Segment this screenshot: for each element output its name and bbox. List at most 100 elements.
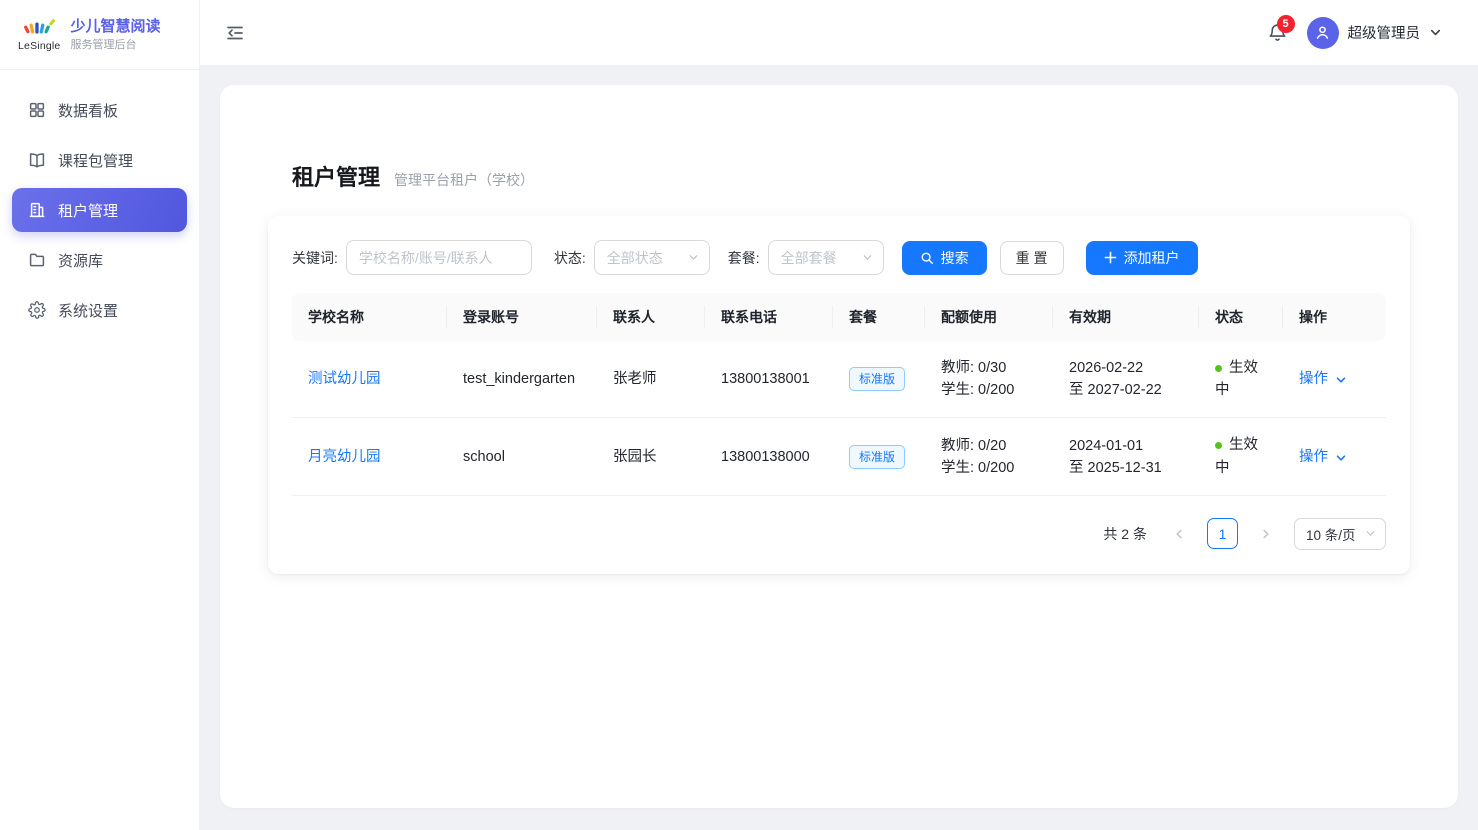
pagination-next-icon[interactable] [1252, 520, 1280, 548]
add-tenant-button[interactable]: 添加租户 [1086, 241, 1198, 275]
quota-cell: 教师: 0/30 学生: 0/200 [925, 341, 1053, 418]
table-row: 测试幼儿园 test_kindergarten 张老师 13800138001 … [292, 341, 1386, 418]
quota-student: 学生: 0/200 [941, 457, 1037, 479]
row-actions-label: 操作 [1299, 446, 1328, 468]
tenant-table: 学校名称 登录账号 联系人 联系电话 套餐 配额使用 有效期 状态 操作 [292, 293, 1386, 496]
app-root: LeSingle 少儿智慧阅读 服务管理后台 数据看板 [0, 0, 1478, 830]
keyword-input[interactable] [346, 240, 532, 275]
brand-logo-block: LeSingle 少儿智慧阅读 服务管理后台 [0, 0, 199, 70]
status-label: 状态: [554, 248, 586, 268]
tenant-panel: 关键词: 状态: 全部状态 套餐: 全部套餐 [268, 216, 1410, 574]
page-card: 租户管理 管理平台租户（学校） 关键词: 状态: 全部状态 [220, 85, 1458, 808]
chevron-down-icon [1335, 374, 1347, 386]
user-name: 超级管理员 [1348, 22, 1421, 43]
gear-icon [28, 301, 46, 319]
brand-subtitle: 服务管理后台 [70, 38, 160, 52]
school-name-link[interactable]: 月亮幼儿园 [308, 449, 381, 465]
sidebar-collapse-icon[interactable] [225, 22, 247, 44]
filter-bar: 关键词: 状态: 全部状态 套餐: 全部套餐 [292, 240, 1386, 275]
quota-cell: 教师: 0/20 学生: 0/200 [925, 418, 1053, 495]
validity-cell: 2024-01-01 至 2025-12-31 [1053, 418, 1199, 495]
brand-title: 少儿智慧阅读 [70, 17, 160, 37]
pagination-prev-icon[interactable] [1165, 520, 1193, 548]
contact-cell: 张园长 [597, 418, 705, 495]
brand-logo: LeSingle [18, 17, 60, 52]
user-menu[interactable]: 超级管理员 [1307, 17, 1443, 49]
search-icon [920, 251, 934, 265]
status-select-value: 全部状态 [607, 248, 663, 268]
page-subtitle: 管理平台租户（学校） [394, 170, 534, 190]
col-header-school-name: 学校名称 [292, 293, 447, 341]
avatar [1307, 17, 1339, 49]
sidebar-item-course-packages[interactable]: 课程包管理 [12, 138, 187, 182]
account-cell: school [447, 418, 597, 495]
col-header-validity: 有效期 [1053, 293, 1199, 341]
dashboard-icon [28, 101, 46, 119]
sidebar-item-label: 课程包管理 [58, 150, 133, 171]
plan-badge: 标准版 [849, 445, 905, 469]
chevron-down-icon [1365, 528, 1376, 539]
search-button-label: 搜索 [941, 248, 969, 268]
pagination-total: 共 2 条 [1103, 524, 1147, 544]
phone-cell: 13800138000 [705, 418, 833, 495]
plan-label: 套餐: [728, 248, 760, 268]
col-header-phone: 联系电话 [705, 293, 833, 341]
reset-button[interactable]: 重 置 [1000, 241, 1064, 275]
brand-texts: 少儿智慧阅读 服务管理后台 [70, 17, 160, 53]
phone-cell: 13800138001 [705, 341, 833, 418]
top-header: 5 超级管理员 [200, 0, 1478, 66]
folder-icon [28, 251, 46, 269]
pagination-page-1[interactable]: 1 [1207, 518, 1238, 549]
sidebar-item-system-settings[interactable]: 系统设置 [12, 288, 187, 332]
content-area: 租户管理 管理平台租户（学校） 关键词: 状态: 全部状态 [200, 66, 1478, 830]
search-button[interactable]: 搜索 [902, 241, 987, 275]
chevron-down-icon [862, 252, 873, 263]
row-actions-label: 操作 [1299, 368, 1328, 390]
sidebar: LeSingle 少儿智慧阅读 服务管理后台 数据看板 [0, 0, 200, 830]
valid-from: 2024-01-01 [1069, 435, 1183, 457]
plan-select[interactable]: 全部套餐 [768, 240, 884, 275]
school-name-link[interactable]: 测试幼儿园 [308, 371, 381, 387]
table-header-row: 学校名称 登录账号 联系人 联系电话 套餐 配额使用 有效期 状态 操作 [292, 293, 1386, 341]
account-cell: test_kindergarten [447, 341, 597, 418]
page-size-select[interactable]: 10 条/页 [1294, 518, 1386, 550]
quota-student: 学生: 0/200 [941, 379, 1037, 401]
notification-bell-icon[interactable]: 5 [1267, 22, 1289, 44]
row-actions-dropdown[interactable]: 操作 [1299, 446, 1347, 468]
keyword-label: 关键词: [292, 248, 338, 268]
sidebar-item-tenant-management[interactable]: 租户管理 [12, 188, 187, 232]
page-title: 租户管理 [292, 160, 380, 192]
col-header-login-account: 登录账号 [447, 293, 597, 341]
rainbow-bars-logo-icon [20, 17, 58, 41]
sidebar-item-label: 资源库 [58, 250, 103, 271]
contact-cell: 张老师 [597, 341, 705, 418]
page-size-value: 10 条/页 [1306, 524, 1356, 544]
sidebar-item-label: 系统设置 [58, 300, 118, 321]
reset-button-label: 重 置 [1016, 248, 1048, 268]
brand-name: LeSingle [18, 40, 60, 52]
sidebar-item-resource-library[interactable]: 资源库 [12, 238, 187, 282]
page-title-row: 租户管理 管理平台租户（学校） [292, 160, 1410, 192]
header-right-group: 5 超级管理员 [1267, 17, 1443, 49]
status-cell: 生效中 [1199, 418, 1283, 495]
col-header-contact: 联系人 [597, 293, 705, 341]
book-icon [28, 151, 46, 169]
add-tenant-button-label: 添加租户 [1124, 248, 1180, 268]
plus-icon [1104, 251, 1117, 264]
valid-to: 至 2025-12-31 [1069, 457, 1183, 479]
valid-from: 2026-02-22 [1069, 357, 1183, 379]
col-header-status: 状态 [1199, 293, 1283, 341]
table-row: 月亮幼儿园 school 张园长 13800138000 标准版 教师: 0/2… [292, 418, 1386, 495]
col-header-actions: 操作 [1283, 293, 1386, 341]
chevron-down-icon [1335, 452, 1347, 464]
plan-select-value: 全部套餐 [781, 248, 837, 268]
sidebar-item-dashboard[interactable]: 数据看板 [12, 88, 187, 132]
main-area: 5 超级管理员 [200, 0, 1478, 830]
sidebar-item-label: 租户管理 [58, 200, 118, 221]
quota-teacher: 教师: 0/20 [941, 435, 1037, 457]
row-actions-dropdown[interactable]: 操作 [1299, 368, 1347, 390]
notification-count-badge: 5 [1277, 15, 1295, 33]
plan-badge: 标准版 [849, 367, 905, 391]
col-header-quota: 配额使用 [925, 293, 1053, 341]
status-select[interactable]: 全部状态 [594, 240, 710, 275]
